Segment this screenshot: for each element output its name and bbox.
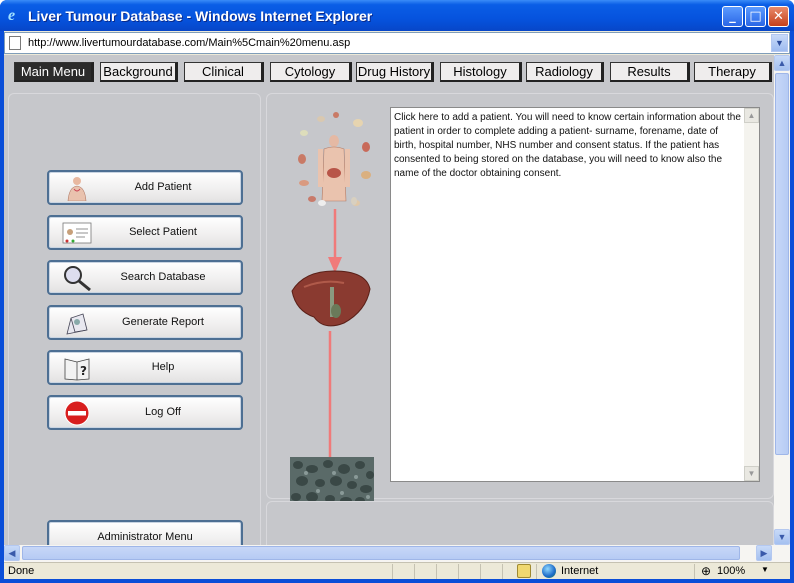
address-dropdown-button[interactable]: ▼ (771, 34, 788, 52)
page-scroll-right-button[interactable]: ▶ (756, 545, 772, 561)
tab-drug-history[interactable]: Drug History (356, 62, 434, 82)
tab-histology[interactable]: Histology (440, 62, 522, 82)
page-icon (9, 36, 21, 50)
browser-window: e Liver Tumour Database - Windows Intern… (0, 0, 794, 583)
title-bar[interactable]: e Liver Tumour Database - Windows Intern… (0, 0, 794, 31)
generate-report-button[interactable]: Generate Report (47, 305, 243, 340)
tab-background[interactable]: Background (100, 62, 178, 82)
page-vertical-scrollbar[interactable]: ▲ ▼ (774, 55, 790, 545)
tab-clinical[interactable]: Clinical (184, 62, 264, 82)
maximize-button[interactable]: □ (745, 6, 766, 27)
liver-image (291, 270, 371, 327)
minimize-button[interactable]: _ (722, 6, 743, 27)
address-bar[interactable]: http://www.livertumourdatabase.com/Main%… (4, 32, 790, 54)
select-patient-label: Select Patient (129, 226, 197, 238)
status-segment (436, 564, 458, 579)
tab-radiology[interactable]: Radiology (526, 62, 604, 82)
globe-icon (542, 564, 556, 578)
select-patient-button[interactable]: Select Patient (47, 215, 243, 250)
liver-diagram (291, 112, 371, 475)
status-bar: Done Internet ⊕ 100% ▼ (4, 562, 790, 579)
menu-panel: Add Patient Select Patient Search Databa… (8, 93, 261, 545)
zone-label: Internet (561, 565, 599, 577)
status-segment (502, 564, 536, 579)
zoom-segment[interactable]: ⊕ 100% ▼ (694, 564, 786, 579)
status-segment (414, 564, 436, 579)
zoom-dropdown-icon[interactable]: ▼ (761, 565, 769, 574)
popup-blocked-icon[interactable] (517, 564, 531, 578)
address-url[interactable]: http://www.livertumourdatabase.com/Main%… (28, 37, 350, 49)
ie-logo-icon: e (8, 7, 16, 24)
search-database-button[interactable]: Search Database (47, 260, 243, 295)
page-scroll-thumb[interactable] (775, 73, 789, 455)
window-title: Liver Tumour Database - Windows Internet… (28, 8, 373, 24)
human-body-organs-icon (298, 112, 371, 206)
info-scroll-up-button[interactable]: ▲ (744, 108, 759, 123)
tab-cytology[interactable]: Cytology (270, 62, 352, 82)
info-scroll-down-button[interactable]: ▼ (744, 466, 759, 481)
info-text: Click here to add a patient. You will ne… (394, 112, 741, 179)
info-scrollbar[interactable]: ▲ ▼ (744, 108, 759, 481)
web-page: Main Menu Background Clinical Cytology D… (4, 55, 790, 545)
status-segment (480, 564, 502, 579)
status-segment (458, 564, 480, 579)
page-scroll-up-button[interactable]: ▲ (774, 55, 790, 71)
page-horizontal-scrollbar[interactable]: ◀ ▶ (4, 545, 790, 562)
log-off-label: Log Off (145, 406, 181, 418)
histology-image (290, 457, 374, 507)
status-segment (392, 564, 414, 579)
help-button[interactable]: ? Help (47, 350, 243, 385)
tab-therapy[interactable]: Therapy (694, 62, 772, 82)
close-button[interactable]: ✕ (768, 6, 789, 27)
add-patient-button[interactable]: Add Patient (47, 170, 243, 205)
generate-report-label: Generate Report (122, 316, 204, 328)
log-off-button[interactable]: Log Off (47, 395, 243, 430)
zone-segment: Internet (536, 564, 694, 579)
tab-bar: Main Menu Background Clinical Cytology D… (4, 55, 774, 89)
page-scroll-left-button[interactable]: ◀ (4, 545, 20, 561)
help-label: Help (151, 361, 175, 373)
tab-main-menu[interactable]: Main Menu (14, 62, 94, 82)
svg-text:?: ? (80, 364, 87, 378)
browser-frame: http://www.livertumourdatabase.com/Main%… (4, 31, 790, 579)
status-text: Done (8, 565, 35, 577)
lower-panel (266, 501, 774, 545)
zoom-icon: ⊕ (701, 564, 712, 578)
tab-results[interactable]: Results (610, 62, 690, 82)
administrator-menu-button[interactable]: Administrator Menu (47, 520, 243, 545)
add-patient-label: Add Patient (134, 181, 192, 193)
administrator-menu-label: Administrator Menu (97, 531, 193, 543)
page-scroll-down-button[interactable]: ▼ (774, 529, 790, 545)
search-database-label: Search Database (120, 271, 206, 283)
zoom-level[interactable]: 100% (717, 565, 745, 577)
page-hscroll-thumb[interactable] (22, 546, 740, 560)
info-textbox[interactable]: Click here to add a patient. You will ne… (390, 107, 760, 482)
